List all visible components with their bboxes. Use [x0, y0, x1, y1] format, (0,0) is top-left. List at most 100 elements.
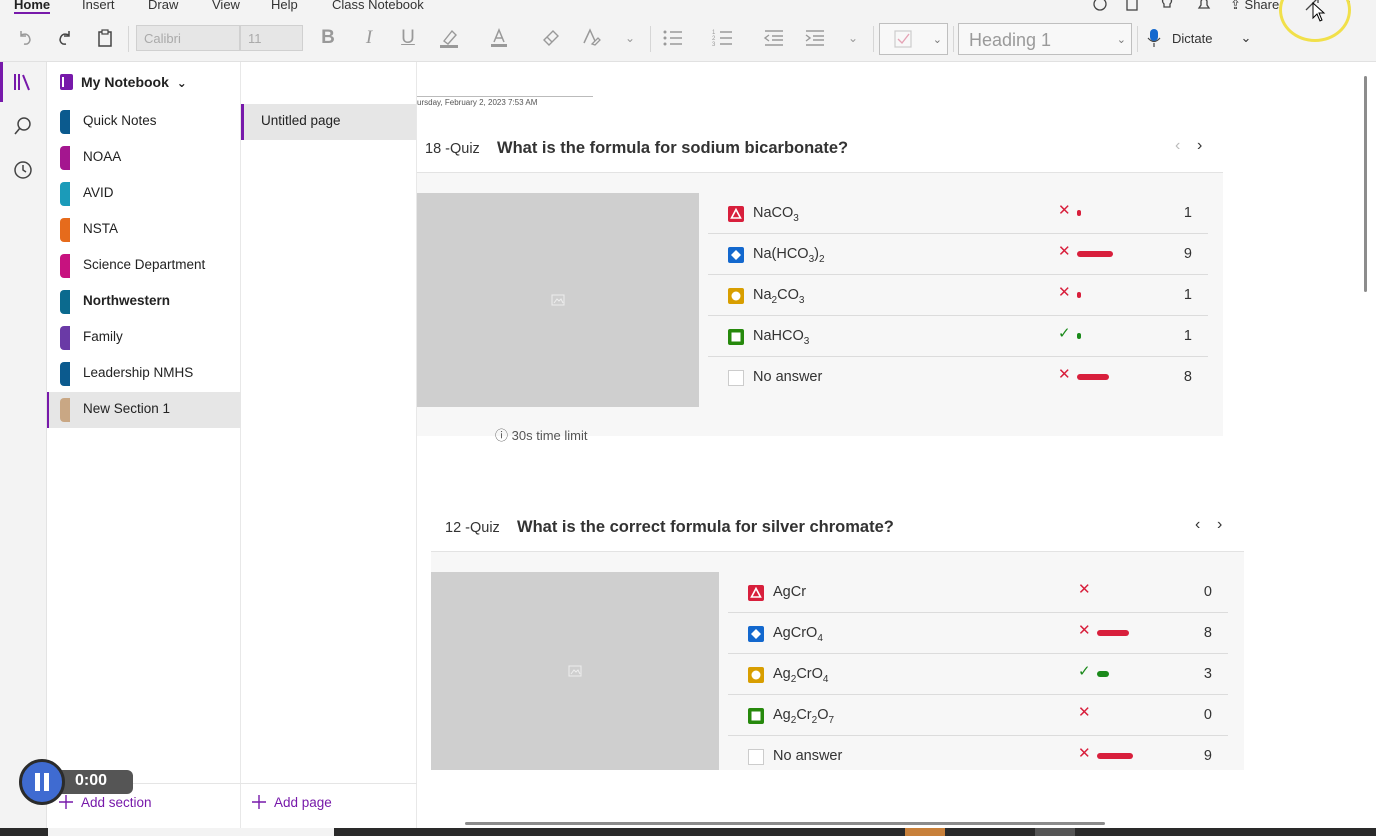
section-label: Leadership NMHS: [83, 365, 194, 380]
section-leadership-nmhs[interactable]: Leadership NMHS: [47, 356, 241, 392]
next-arrow-icon[interactable]: ›: [1217, 516, 1222, 534]
page-canvas[interactable]: ursday, February 2, 2023 7:53 AM 18 -Qui…: [417, 62, 1367, 828]
pages-panel: Untitled page: [241, 62, 417, 828]
empty-box-icon: [728, 370, 744, 386]
cross-icon: ✕: [1078, 704, 1091, 721]
section-label: Quick Notes: [83, 113, 157, 128]
diamond-icon: [728, 247, 744, 263]
quiz-options: AgCr ✕ 0 AgCrO4 ✕ 8 Ag2CrO4 ✓ 3 Ag2Cr2O7 ✕ 0 No answ…: [728, 572, 1228, 770]
recorder-time: 0:00: [55, 770, 133, 794]
quiz-card-2: 12 -Quiz What is the correct formula for…: [431, 502, 1244, 770]
prev-arrow-icon[interactable]: ‹: [1175, 137, 1180, 155]
redo-icon[interactable]: [52, 24, 78, 52]
section-quick-notes[interactable]: Quick Notes: [47, 104, 241, 140]
sync-icon[interactable]: [1092, 0, 1108, 14]
lightbulb-icon[interactable]: [1159, 0, 1175, 14]
tag-picker[interactable]: ⌄: [879, 23, 948, 55]
vertical-scrollbar[interactable]: [1364, 76, 1367, 292]
option-subscript: 3: [793, 212, 799, 224]
answer-option: NaCO3 ✕ 1: [708, 193, 1208, 234]
dictate-dropdown-icon[interactable]: ⌄: [1236, 24, 1256, 52]
tab-class-notebook[interactable]: Class Notebook: [332, 0, 424, 12]
page-untitled[interactable]: Untitled page: [241, 104, 416, 140]
add-page-label: Add page: [274, 794, 332, 810]
next-arrow-icon[interactable]: ›: [1197, 137, 1202, 155]
quiz-header: 18 -Quiz What is the formula for sodium …: [417, 123, 1223, 173]
italic-icon[interactable]: I: [357, 24, 381, 52]
share-button[interactable]: ⇪ Share: [1230, 0, 1279, 13]
option-text: AgCr: [773, 584, 807, 600]
square-icon: [728, 329, 744, 345]
response-count: 8: [1203, 625, 1212, 641]
section-color-tab: [60, 254, 70, 278]
option-text: CrO: [796, 666, 823, 682]
section-color-tab: [60, 146, 70, 170]
response-count: 0: [1203, 584, 1212, 600]
notebook-title-button[interactable]: My Notebook ⌄: [81, 74, 187, 90]
cross-icon: ✕: [1058, 243, 1071, 260]
font-name-box[interactable]: Calibri: [136, 25, 240, 51]
image-placeholder: [431, 572, 719, 770]
numbering-icon[interactable]: 123: [710, 24, 736, 52]
clipboard-icon[interactable]: [92, 24, 118, 52]
tab-view[interactable]: View: [212, 0, 240, 12]
section-northwestern[interactable]: Northwestern: [47, 284, 241, 320]
check-icon: ✓: [1058, 325, 1071, 342]
paragraph-dropdown-icon[interactable]: ⌄: [843, 24, 863, 52]
clock-icon: ⓘ: [495, 428, 509, 443]
pages-icon[interactable]: [1124, 0, 1140, 14]
notebooks-icon[interactable]: [0, 62, 35, 102]
tab-help[interactable]: Help: [271, 0, 298, 12]
answer-option: AgCr ✕ 0: [728, 572, 1228, 613]
image-icon: [568, 665, 582, 677]
section-avid[interactable]: AVID: [47, 176, 241, 212]
notebook-icon: [59, 73, 75, 96]
section-family[interactable]: Family: [47, 320, 241, 356]
increase-indent-icon[interactable]: [802, 24, 828, 52]
section-color-tab: [60, 398, 70, 422]
image-placeholder: [417, 193, 699, 407]
tab-home[interactable]: Home: [14, 0, 51, 14]
option-subscript: 4: [817, 632, 823, 644]
prev-arrow-icon[interactable]: ‹: [1195, 516, 1200, 534]
bullets-icon[interactable]: [660, 24, 686, 52]
sections-panel: My Notebook ⌄ Quick Notes NOAA AVID NSTA…: [47, 62, 398, 828]
section-label: NSTA: [83, 221, 119, 236]
share-icon: ⇪: [1230, 0, 1241, 12]
font-size-box[interactable]: 11: [240, 25, 303, 51]
option-text: Ag: [773, 666, 791, 682]
section-nsta[interactable]: NSTA: [47, 212, 241, 248]
section-science-department[interactable]: Science Department: [47, 248, 241, 284]
decrease-indent-icon[interactable]: [761, 24, 787, 52]
clear-format-icon[interactable]: [578, 24, 604, 52]
highlighter-icon[interactable]: [436, 24, 462, 52]
font-color-icon[interactable]: [486, 24, 512, 52]
underline-icon[interactable]: U: [396, 24, 420, 52]
section-color-tab: [60, 290, 70, 314]
tab-insert[interactable]: Insert: [82, 0, 115, 12]
style-picker[interactable]: Heading 1 ⌄: [958, 23, 1132, 55]
option-subscript: 3: [803, 335, 810, 347]
undo-icon[interactable]: [12, 24, 38, 52]
square-icon: [748, 708, 764, 724]
answer-option: No answer ✕ 8: [708, 357, 1208, 398]
bell-icon[interactable]: [1196, 0, 1212, 14]
format-dropdown-icon[interactable]: ⌄: [620, 24, 640, 52]
page-date: ursday, February 2, 2023 7:53 AM: [417, 98, 538, 107]
section-label: New Section 1: [83, 401, 171, 416]
recent-clock-icon[interactable]: [11, 158, 35, 182]
horizontal-scrollbar[interactable]: [465, 822, 1105, 825]
section-noaa[interactable]: NOAA: [47, 140, 241, 176]
bold-icon[interactable]: B: [316, 24, 340, 52]
tab-draw[interactable]: Draw: [148, 0, 178, 12]
add-page-button[interactable]: Add page: [251, 794, 332, 810]
section-new-section-1[interactable]: New Section 1: [47, 392, 241, 428]
search-icon[interactable]: [11, 114, 35, 138]
page-label: Untitled page: [261, 113, 341, 128]
response-count: 9: [1203, 748, 1212, 764]
response-bar: [1097, 753, 1133, 759]
screen-recorder[interactable]: 0:00: [19, 759, 133, 805]
dictate-button[interactable]: Dictate: [1146, 24, 1236, 52]
format-painter-icon[interactable]: [538, 24, 564, 52]
pause-button[interactable]: [19, 759, 65, 805]
